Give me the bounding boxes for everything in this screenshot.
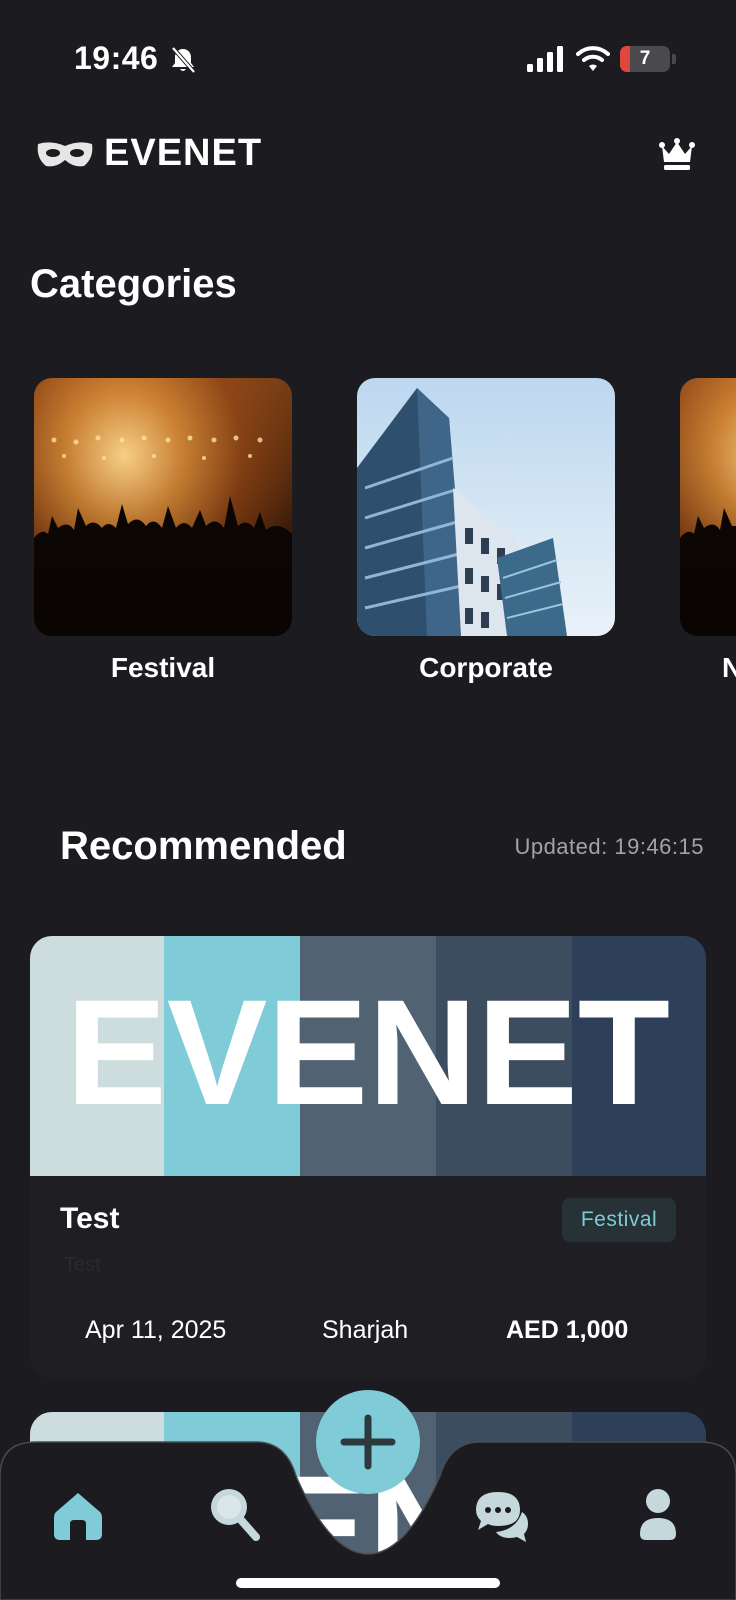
bell-off-icon [171, 46, 196, 74]
app-header: EVENET [0, 118, 736, 192]
banner-text: EVENET [66, 968, 670, 1136]
create-event-button[interactable] [316, 1390, 420, 1494]
event-meta-row: Apr 11, 2025 Sharjah AED 1,000 [30, 1316, 706, 1356]
event-card[interactable]: EVENET Test Festival Test [30, 936, 706, 1378]
app-logo-text: EVENET [104, 132, 263, 174]
event-description: Test [64, 1254, 101, 1276]
category-corporate-card[interactable] [357, 378, 615, 636]
updated-timestamp: Updated: 19:46:15 [514, 834, 704, 859]
crown-icon[interactable] [659, 138, 695, 172]
category-corporate-label: Corporate [419, 652, 553, 683]
festival-image [34, 435, 292, 636]
battery-tip [672, 54, 676, 64]
search-icon[interactable] [208, 1486, 260, 1544]
event-category-badge: Festival [562, 1198, 676, 1242]
category-festival-card[interactable] [34, 378, 292, 636]
category-festival-label: Festival [110, 652, 216, 683]
wifi-icon [576, 46, 610, 71]
battery-indicator: 7 [620, 46, 670, 72]
categories-title: Categories [30, 262, 237, 306]
category-third-card[interactable] [680, 378, 736, 636]
event-title: Test [60, 1202, 120, 1235]
third-category-image [680, 508, 736, 636]
event-date: Apr 11, 2025 [85, 1316, 227, 1344]
home-indicator [236, 1578, 500, 1588]
app-screen: 19:46 7 EVENET Categories Festival Corpo… [0, 0, 736, 1600]
chat-icon[interactable] [472, 1488, 530, 1546]
event-location: Sharjah [322, 1316, 409, 1344]
mask-logo-icon [37, 142, 93, 167]
home-icon[interactable] [52, 1490, 104, 1542]
profile-icon[interactable] [638, 1488, 678, 1542]
event-banner: EVENET [30, 936, 706, 1176]
event-price: AED 1,000 [506, 1316, 629, 1344]
plus-icon [340, 1414, 396, 1470]
battery-level: 7 [639, 48, 651, 69]
status-bar: 19:46 7 [0, 0, 736, 120]
corporate-image [357, 388, 567, 636]
recommended-title: Recommended [60, 824, 347, 868]
category-third-label: N [722, 652, 736, 683]
cellular-signal-icon [527, 46, 563, 72]
status-time: 19:46 [74, 40, 159, 76]
